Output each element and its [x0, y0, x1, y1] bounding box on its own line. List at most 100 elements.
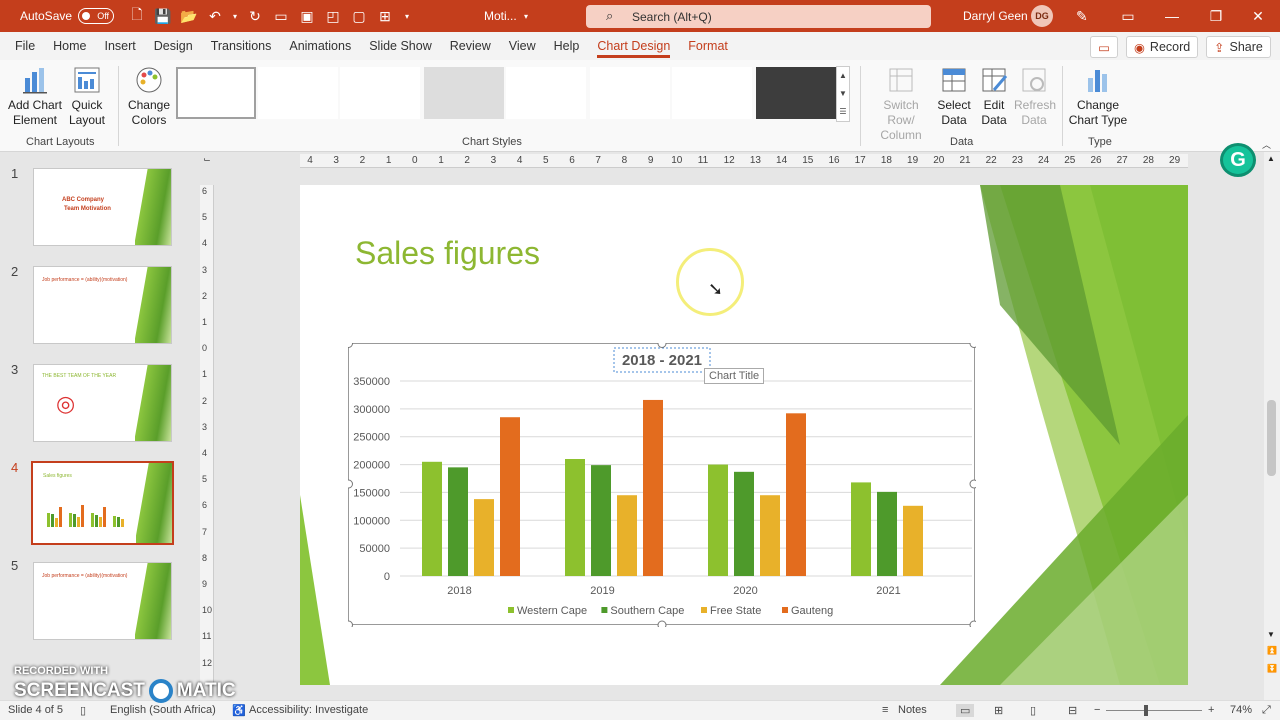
- tab-view[interactable]: View: [500, 32, 545, 60]
- zoom-level[interactable]: 74%: [1230, 704, 1252, 716]
- chart-style-7[interactable]: [672, 67, 752, 119]
- resize-handle[interactable]: [969, 343, 976, 348]
- slide-thumbnail-2[interactable]: Job performance = (ability)(motivation): [33, 266, 172, 344]
- previous-slide-icon[interactable]: ⏫: [1267, 646, 1277, 655]
- title-dropdown-icon[interactable]: ▾: [524, 0, 528, 32]
- present-icon[interactable]: ▭: [268, 0, 294, 32]
- fit-to-window-icon[interactable]: ⤢: [1262, 704, 1271, 717]
- slide-canvas[interactable]: Sales figures ➘ 350000 300000 250000 200000…: [300, 185, 1188, 685]
- legend-entry[interactable]: Gauteng: [791, 605, 833, 617]
- scroll-down-icon[interactable]: ▼: [1267, 630, 1275, 639]
- vertical-scrollbar[interactable]: ▲ ▼ ⏫ ⏬: [1264, 152, 1280, 700]
- bar[interactable]: [786, 413, 806, 576]
- user-name[interactable]: Darryl Geen: [963, 0, 1028, 32]
- search-box[interactable]: ⌕ Search (Alt+Q): [586, 5, 931, 28]
- bar[interactable]: [760, 495, 780, 576]
- chart-legend[interactable]: Western Cape Southern Cape Free State Gaute…: [508, 605, 833, 617]
- chart-area[interactable]: 350000 300000 250000 200000 150000 100000 5000…: [348, 343, 976, 627]
- resize-handle[interactable]: [348, 479, 353, 489]
- zoom-in-icon[interactable]: +: [1208, 704, 1214, 716]
- avatar[interactable]: DG: [1031, 5, 1053, 27]
- chart-style-1[interactable]: [176, 67, 256, 119]
- comments-icon[interactable]: ▭: [1090, 36, 1118, 58]
- slide-thumbnail-5[interactable]: Job performance = (ability)(motivation): [33, 562, 172, 640]
- change-chart-type-button[interactable]: Change Chart Type: [1068, 64, 1128, 128]
- language-indicator[interactable]: English (South Africa): [110, 704, 216, 716]
- resize-handle[interactable]: [657, 620, 667, 627]
- slide-sorter-icon[interactable]: ⊞: [994, 704, 1003, 717]
- bar[interactable]: [565, 459, 585, 576]
- save-icon[interactable]: 💾: [150, 0, 176, 32]
- normal-view-icon[interactable]: ▭: [956, 704, 975, 717]
- slide-info[interactable]: Slide 4 of 5: [8, 704, 63, 716]
- bar[interactable]: [877, 491, 897, 576]
- slide-title[interactable]: Sales figures: [355, 235, 540, 272]
- folder-icon[interactable]: ▢: [346, 0, 372, 32]
- gallery-more-icon[interactable]: ☰: [837, 103, 849, 121]
- chart-plot-area[interactable]: [422, 399, 923, 576]
- tab-transitions[interactable]: Transitions: [202, 32, 281, 60]
- tab-home[interactable]: Home: [44, 32, 95, 60]
- scrollbar-thumb[interactable]: [1267, 400, 1276, 476]
- record-button[interactable]: ◉ Record: [1126, 36, 1199, 58]
- zoom-out-icon[interactable]: −: [1094, 704, 1100, 716]
- switch-row-column-button[interactable]: Switch Row/ Column: [868, 64, 934, 143]
- minimize-icon[interactable]: —: [1150, 0, 1194, 32]
- grammarly-icon[interactable]: G: [1220, 143, 1256, 177]
- bar[interactable]: [708, 464, 728, 576]
- slide-thumbnail-4[interactable]: Sales figures: [31, 461, 174, 545]
- tab-file[interactable]: File: [6, 32, 44, 60]
- share-button[interactable]: ⇪ Share: [1206, 36, 1271, 58]
- gallery-down-icon[interactable]: ▼: [837, 85, 849, 103]
- slide-thumbnail-3[interactable]: THE BEST TEAM OF THE YEAR ◎: [33, 364, 172, 442]
- tab-insert[interactable]: Insert: [96, 32, 145, 60]
- pen-icon[interactable]: ✎: [1076, 0, 1088, 32]
- scroll-up-icon[interactable]: ▲: [1267, 154, 1275, 163]
- bar[interactable]: [617, 495, 637, 576]
- legend-entry[interactable]: Southern Cape: [610, 605, 684, 617]
- legend-entry[interactable]: Free State: [710, 605, 761, 617]
- bar[interactable]: [422, 461, 442, 576]
- tab-animations[interactable]: Animations: [280, 32, 360, 60]
- refresh-data-button[interactable]: Refresh Data: [1014, 64, 1056, 128]
- document-title[interactable]: Moti...: [484, 0, 517, 32]
- legend-entry[interactable]: Western Cape: [517, 605, 587, 617]
- autosave-toggle[interactable]: Off: [78, 8, 115, 24]
- tab-review[interactable]: Review: [441, 32, 500, 60]
- tab-design[interactable]: Design: [145, 32, 202, 60]
- bar[interactable]: [500, 417, 520, 576]
- zoom-slider[interactable]: [1106, 710, 1202, 711]
- next-slide-icon[interactable]: ⏬: [1267, 664, 1277, 673]
- select-data-button[interactable]: Select Data: [934, 64, 974, 128]
- tab-help[interactable]: Help: [545, 32, 589, 60]
- chart-style-2[interactable]: [258, 67, 338, 119]
- image-icon[interactable]: ▣: [294, 0, 320, 32]
- restore-icon[interactable]: ❐: [1194, 0, 1238, 32]
- ribbon-display-icon[interactable]: ▭: [1106, 0, 1150, 32]
- resize-handle[interactable]: [348, 343, 353, 348]
- edit-data-button[interactable]: Edit Data: [974, 64, 1014, 128]
- slide-show-icon[interactable]: ⊟: [1068, 704, 1077, 717]
- notes-button[interactable]: Notes: [898, 704, 927, 716]
- accessibility-status[interactable]: Accessibility: Investigate: [249, 704, 368, 716]
- tab-chart-design[interactable]: Chart Design: [588, 32, 679, 60]
- spell-check-icon[interactable]: ▯: [80, 704, 86, 717]
- ruler-corner[interactable]: ⌙: [200, 154, 214, 168]
- gallery-scroll[interactable]: ▲ ▼ ☰: [836, 66, 850, 122]
- layout-icon[interactable]: ⊞: [372, 0, 398, 32]
- undo-dropdown-icon[interactable]: ▾: [228, 0, 242, 32]
- chart-style-6[interactable]: [590, 67, 670, 119]
- bar[interactable]: [851, 482, 871, 576]
- add-chart-element-button[interactable]: Add Chart Element: [6, 64, 64, 128]
- reading-view-icon[interactable]: ▯: [1030, 704, 1036, 717]
- change-colors-button[interactable]: Change Colors: [124, 64, 174, 128]
- new-file-icon[interactable]: 🗋: [124, 0, 150, 32]
- chart-style-5[interactable]: [506, 67, 586, 119]
- close-icon[interactable]: ✕: [1236, 0, 1280, 32]
- chart-title[interactable]: 2018 - 2021: [622, 352, 702, 369]
- customize-qat-icon[interactable]: ▾: [398, 0, 416, 32]
- resize-handle[interactable]: [657, 343, 667, 348]
- open-folder-icon[interactable]: 📂: [176, 0, 202, 32]
- chart-style-3[interactable]: [340, 67, 420, 119]
- resize-handle[interactable]: [348, 620, 353, 627]
